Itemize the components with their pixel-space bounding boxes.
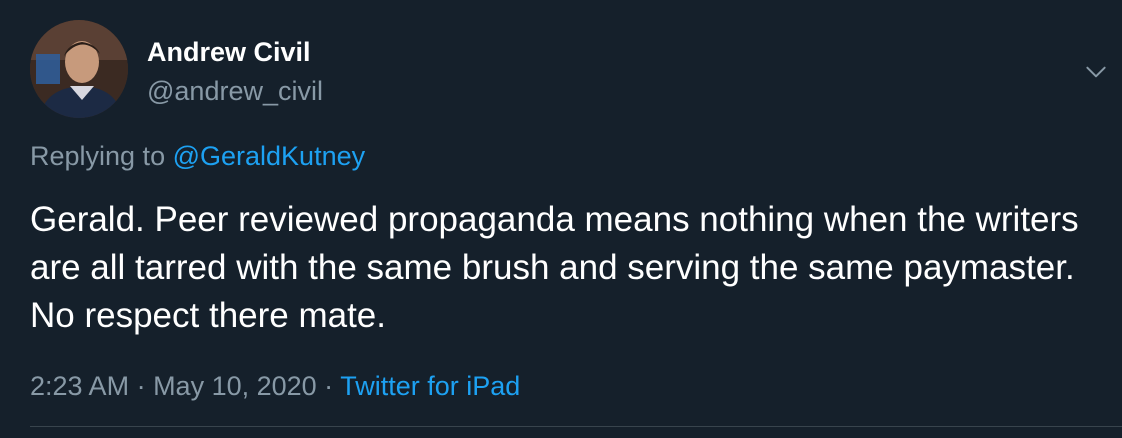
tweet-text: Gerald. Peer reviewed propaganda means n… [30,200,1079,335]
avatar-photo [30,20,128,118]
meta-separator: · [129,371,154,401]
replying-to: Replying to @GeraldKutney [30,140,365,172]
tweet-date[interactable]: May 10, 2020 [153,371,317,401]
display-name[interactable]: Andrew Civil [147,36,311,68]
tweet-time[interactable]: 2:23 AM [30,371,129,401]
meta-separator: · [316,371,341,401]
more-options-button[interactable] [1080,56,1112,88]
replying-to-label: Replying to [30,141,173,171]
tweet-meta: 2:23 AM · May 10, 2020 · Twitter for iPa… [30,370,520,402]
chevron-down-icon [1086,66,1106,78]
divider [30,426,1122,427]
avatar[interactable] [30,20,128,118]
tweet-source-link[interactable]: Twitter for iPad [340,371,520,401]
user-handle[interactable]: @andrew_civil [147,75,323,107]
reply-mention-link[interactable]: @GeraldKutney [173,141,366,171]
tweet-card: Andrew Civil @andrew_civil Replying to @… [0,0,1122,438]
